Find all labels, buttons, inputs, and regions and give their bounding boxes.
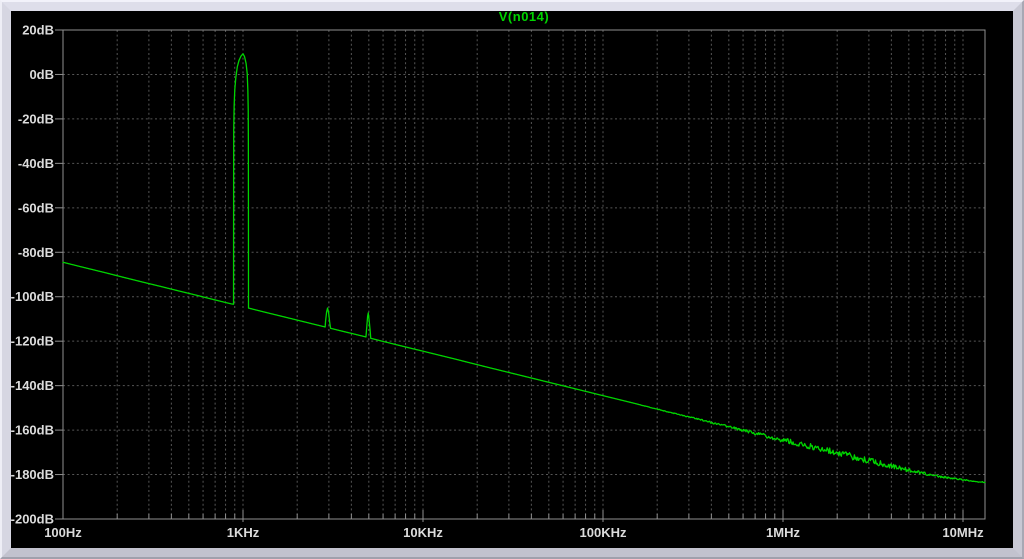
y-axis-label: 20dB [22, 23, 54, 38]
x-axis-label: 1MHz [766, 525, 800, 540]
y-axis-label: 0dB [29, 67, 54, 82]
trace-legend-label[interactable]: V(n014) [63, 9, 985, 25]
axis-frame [62, 29, 986, 520]
grid-lines [63, 30, 985, 519]
x-axis-label: 1KHz [227, 525, 260, 540]
x-axis-tick-labels: 100Hz 1KHz 10KHz 100KHz 1MHz 10MHz [44, 510, 984, 540]
y-axis-label: -40dB [18, 156, 54, 171]
x-axis-label: 10MHz [942, 525, 984, 540]
y-axis-label: -180dB [11, 467, 54, 482]
y-axis-label: -120dB [11, 334, 54, 349]
fft-trace[interactable] [62, 53, 986, 484]
y-axis-label: -100dB [11, 289, 54, 304]
y-axis-label: -20dB [18, 111, 54, 126]
y-axis-label: -60dB [18, 200, 54, 215]
x-axis-label: 100Hz [44, 525, 82, 540]
x-axis-label: 10KHz [403, 525, 443, 540]
fft-plot-window: 20dB 0dB -20dB -40dB -60dB -80dB -100dB -120dB -… [0, 0, 1024, 559]
x-axis-label: 100KHz [580, 525, 627, 540]
y-axis-tick-labels: 20dB 0dB -20dB -40dB -60dB -80dB -100dB -120dB -… [11, 23, 63, 527]
y-axis-label: -160dB [11, 423, 54, 438]
fft-plot-canvas[interactable]: 20dB 0dB -20dB -40dB -60dB -80dB -100dB -120dB -… [0, 0, 1024, 559]
y-axis-label: -140dB [11, 378, 54, 393]
y-axis-label: -80dB [18, 245, 54, 260]
